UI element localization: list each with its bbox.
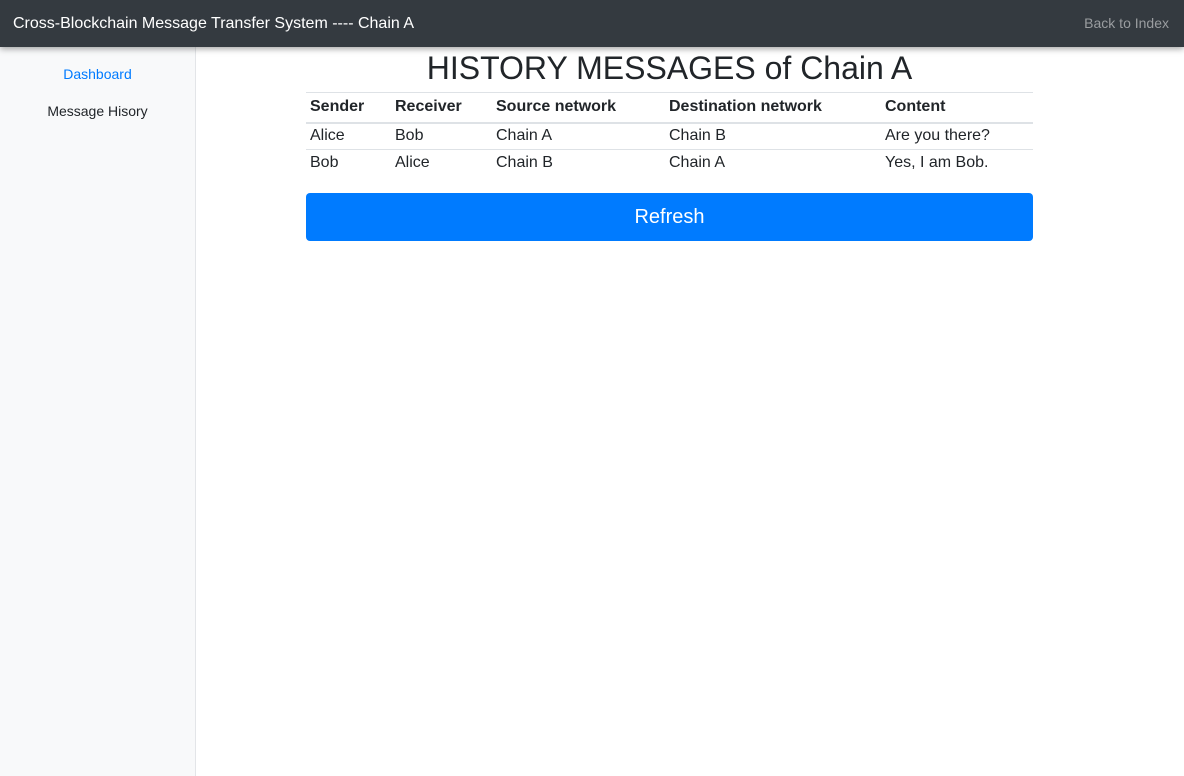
column-header-receiver: Receiver [391,92,492,124]
main-content: HISTORY MESSAGES of Chain A Sender Recei… [196,47,1184,776]
cell-content: Are you there? [885,127,990,145]
top-navbar: Cross-Blockchain Message Transfer System… [0,0,1184,47]
cell-receiver: Alice [391,149,492,177]
refresh-button[interactable]: Refresh [306,193,1033,241]
column-header-source-network: Source network [492,92,665,124]
cell-content: Yes, I am Bob. [881,149,1033,177]
cell-receiver: Bob [395,127,424,145]
cell-destination-network: Chain A [665,149,881,177]
sidebar-item-message-history[interactable]: Message Hisory [0,103,195,120]
sidebar-item-dashboard[interactable]: Dashboard [0,66,195,83]
column-header-sender: Sender [306,92,391,124]
back-to-index-link[interactable]: Back to Index [1084,15,1169,32]
table-row: Bob Alice Chain B Chain A Yes, I am Bob. [306,149,1033,177]
column-header-content: Content [881,92,1033,124]
cell-destination-network: Chain B [669,127,726,145]
cell-sender: Alice [310,127,345,145]
page-title: HISTORY MESSAGES of Chain A [426,50,913,86]
table-row: Alice Bob Chain A Chain B Are you there? [306,123,1033,150]
cell-source-network: Chain B [492,149,665,177]
column-header-destination-network: Destination network [665,92,881,124]
sidebar: Dashboard Message Hisory [0,47,196,776]
cell-sender: Bob [306,149,391,177]
navbar-brand[interactable]: Cross-Blockchain Message Transfer System… [13,14,414,33]
table-header-row: Sender Receiver Source network Destinati… [306,92,1033,124]
cell-source-network: Chain A [496,127,553,145]
messages-table: Sender Receiver Source network Destinati… [306,92,1033,177]
